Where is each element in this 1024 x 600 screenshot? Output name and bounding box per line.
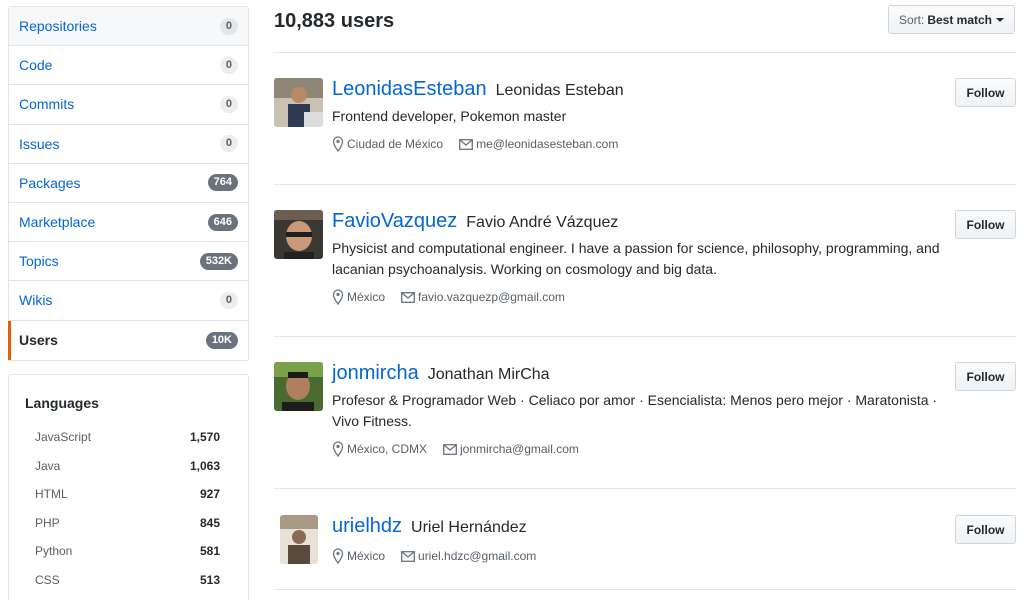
language-count: 927 (199, 487, 220, 502)
language-item[interactable]: JavaScript 1,570 (25, 423, 232, 452)
user-location: Ciudad de México (347, 137, 444, 151)
languages-filter: Languages JavaScript 1,570 Java 1,063 HT… (8, 374, 249, 600)
nav-item-counter: 0 (219, 95, 238, 113)
user-full-name: Leonidas Esteban (495, 82, 624, 99)
nav-item-label: Code (19, 57, 53, 74)
nav-item-counter: 0 (219, 291, 238, 309)
language-count: 1,063 (189, 458, 220, 473)
nav-item-counter: 10K (205, 331, 238, 349)
divider (274, 184, 1016, 185)
user-avatar[interactable] (274, 362, 323, 411)
location-icon (332, 289, 344, 305)
divider (274, 488, 1016, 489)
user-email-link[interactable]: me@leonidasesteban.com (476, 137, 618, 151)
nav-item-marketplace[interactable]: Marketplace 646 (9, 203, 248, 243)
follow-button[interactable]: Follow (955, 362, 1016, 391)
nav-item-label: Topics (19, 253, 59, 270)
mail-icon (443, 443, 457, 455)
nav-item-counter: 0 (219, 17, 238, 35)
nav-item-label: Marketplace (19, 214, 96, 231)
language-count: 845 (199, 515, 220, 530)
sort-value: Best match (927, 12, 993, 27)
nav-item-label: Users (19, 332, 58, 349)
user-avatar[interactable] (274, 210, 323, 259)
nav-item-label: Repositories (19, 18, 97, 35)
user-result-item: urielhdz Uriel Hernández México uriel.hd… (274, 515, 1016, 590)
language-item[interactable]: HTML 927 (25, 480, 232, 509)
user-login-link[interactable]: LeonidasEsteban (332, 78, 487, 101)
languages-title: Languages (25, 395, 99, 411)
language-item[interactable]: Java 1,063 (25, 452, 232, 481)
user-result-item: LeonidasEsteban Leonidas Esteban Fronten… (274, 78, 1016, 168)
location-icon (332, 441, 344, 457)
user-full-name: Favio André Vázquez (466, 214, 619, 231)
language-item[interactable]: PHP 845 (25, 509, 232, 538)
language-name: PHP (35, 515, 60, 530)
caret-down-icon (996, 17, 1005, 22)
user-login-link[interactable]: jonmircha (332, 362, 419, 385)
nav-item-counter: 0 (219, 56, 238, 74)
user-location: México (347, 290, 386, 304)
user-full-name: Uriel Hernández (411, 519, 527, 536)
language-count: 513 (199, 572, 220, 587)
nav-item-topics[interactable]: Topics 532K (9, 242, 248, 282)
follow-button[interactable]: Follow (955, 78, 1016, 107)
search-type-nav: Repositories 0 Code 0 Commits 0 Issues 0… (8, 6, 249, 361)
divider (274, 336, 1016, 337)
language-item[interactable]: Python 581 (25, 537, 232, 566)
results-count-title: 10,883 users (274, 10, 395, 32)
language-count: 1,570 (189, 430, 220, 445)
nav-item-counter: 532K (199, 252, 238, 270)
language-count: 581 (199, 544, 220, 559)
nav-item-label: Issues (19, 135, 60, 152)
user-result-item: jonmircha Jonathan MirCha Profesor & Pro… (274, 362, 1016, 472)
user-login-link[interactable]: urielhdz (332, 515, 402, 538)
mail-icon (401, 550, 415, 562)
sort-prefix: Sort: (898, 12, 925, 27)
nav-item-issues[interactable]: Issues 0 (9, 125, 248, 164)
user-email-link[interactable]: uriel.hdzc@gmail.com (418, 549, 536, 563)
location-icon (332, 136, 344, 152)
nav-item-counter: 0 (219, 135, 238, 153)
user-full-name: Jonathan MirCha (427, 366, 550, 383)
user-email-link[interactable]: jonmircha@gmail.com (460, 442, 579, 456)
mail-icon (401, 291, 415, 303)
follow-button[interactable]: Follow (955, 515, 1016, 544)
user-avatar[interactable] (274, 78, 323, 127)
nav-item-users[interactable]: Users 10K (8, 320, 248, 360)
location-icon (332, 548, 344, 564)
nav-item-code[interactable]: Code 0 (9, 46, 248, 86)
nav-item-label: Packages (19, 174, 81, 191)
user-avatar[interactable] (280, 515, 318, 564)
language-name: HTML (35, 487, 68, 502)
language-item[interactable]: CSS 513 (25, 566, 232, 595)
user-location: México, CDMX (347, 442, 428, 456)
user-bio: Profesor & Programador Web · Celiaco por… (332, 392, 938, 429)
nav-item-commits[interactable]: Commits 0 (9, 85, 248, 125)
nav-item-label: Commits (19, 96, 75, 113)
user-bio: Frontend developer, Pokemon master (332, 108, 567, 124)
language-name: Java (35, 458, 61, 473)
language-name: CSS (35, 572, 60, 587)
nav-item-label: Wikis (19, 292, 53, 309)
user-bio: Physicist and computational engineer. I … (332, 240, 940, 277)
divider (274, 52, 1016, 53)
nav-item-repositories[interactable]: Repositories 0 (9, 7, 248, 47)
nav-item-counter: 764 (207, 174, 238, 192)
mail-icon (459, 138, 474, 150)
user-email-link[interactable]: favio.vazquezp@gmail.com (418, 290, 565, 304)
language-name: JavaScript (35, 430, 92, 445)
nav-item-packages[interactable]: Packages 764 (9, 164, 248, 203)
language-name: Python (35, 544, 73, 559)
divider (274, 589, 1016, 590)
nav-item-counter: 646 (207, 213, 238, 231)
nav-item-wikis[interactable]: Wikis 0 (9, 281, 248, 321)
follow-button[interactable]: Follow (955, 210, 1016, 239)
user-location: México (347, 549, 386, 563)
user-login-link[interactable]: FavioVazquez (332, 210, 457, 233)
user-result-item: FavioVazquez Favio André Vázquez Physici… (274, 210, 1016, 320)
sort-dropdown-button[interactable]: Sort: Best match (888, 5, 1015, 34)
